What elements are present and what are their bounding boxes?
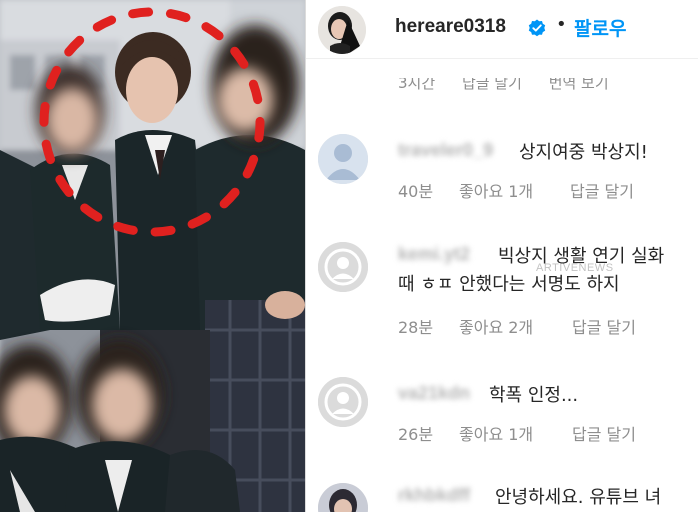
comment-username[interactable]: traveler0_9 xyxy=(398,140,493,161)
comment-meta: 40분 좋아요 1개 답글 달기 xyxy=(398,178,634,202)
follow-button[interactable]: 팔로우 xyxy=(574,14,626,41)
comments-panel: hereare0318 • 팔로우 3시간 답글 달기 번역 보기 travel… xyxy=(305,0,698,512)
header-username[interactable]: hereare0318 xyxy=(395,16,506,38)
post-photo-image xyxy=(0,0,305,512)
commenter-avatar[interactable] xyxy=(318,483,368,512)
comment-time: 3시간 xyxy=(398,74,436,92)
comment-text: 상지여중 박상지! xyxy=(519,142,648,163)
comment-item: rkhbkdff 안녕하세요. 유튜브 녀 xyxy=(306,481,698,512)
comment-likes[interactable]: 좋아요 2개 xyxy=(459,314,533,338)
comment-time: 28분 xyxy=(398,318,434,337)
partial-comment-meta: 3시간 답글 달기 번역 보기 xyxy=(398,74,631,93)
profile-avatar-image xyxy=(318,6,366,54)
post-photo xyxy=(0,0,305,512)
comment-likes[interactable]: 좋아요 1개 xyxy=(459,421,533,445)
reply-link[interactable]: 답글 달기 xyxy=(462,78,522,92)
default-avatar-icon xyxy=(318,242,368,292)
comment-time: 26분 xyxy=(398,425,434,444)
watermark-text: ARTIVENEWS xyxy=(536,262,614,274)
comment-time: 40분 xyxy=(398,182,434,201)
commenter-avatar[interactable] xyxy=(318,377,368,427)
blue-user-avatar-icon xyxy=(318,134,368,184)
reply-link[interactable]: 답글 달기 xyxy=(572,314,636,338)
comment-text: 안녕하세요. 유튜브 녀 xyxy=(495,487,662,508)
comment-username[interactable]: va21kdn xyxy=(398,383,470,404)
verified-badge-icon xyxy=(528,19,546,37)
reply-link[interactable]: 답글 달기 xyxy=(570,178,634,202)
default-avatar-icon xyxy=(318,377,368,427)
comment-username[interactable]: kemi.yt2 xyxy=(398,244,470,265)
photo-avatar-icon xyxy=(318,483,368,512)
comment-item: kemi.yt2 빅상지 생활 연기 실화 때 ㅎㅍ 안했다는 서명도 하지 2… xyxy=(306,240,698,340)
comment-username[interactable]: rkhbkdff xyxy=(398,485,470,506)
comment-meta: 26분 좋아요 1개 답글 달기 xyxy=(398,421,636,445)
profile-avatar[interactable] xyxy=(318,6,366,54)
comment-text: 학폭 인정... xyxy=(489,385,579,406)
translate-link[interactable]: 번역 보기 xyxy=(549,78,609,92)
comment-item: traveler0_9 상지여중 박상지! 40분 좋아요 1개 답글 달기 xyxy=(306,132,698,212)
comment-item: va21kdn 학폭 인정... 26분 좋아요 1개 답글 달기 xyxy=(306,375,698,455)
comment-meta: 28분 좋아요 2개 답글 달기 xyxy=(398,314,636,338)
post-header: hereare0318 • 팔로우 xyxy=(306,0,698,59)
header-separator: • xyxy=(556,14,567,35)
commenter-avatar[interactable] xyxy=(318,134,368,184)
commenter-avatar[interactable] xyxy=(318,242,368,292)
comment-likes[interactable]: 좋아요 1개 xyxy=(459,178,533,202)
reply-link[interactable]: 답글 달기 xyxy=(572,421,636,445)
